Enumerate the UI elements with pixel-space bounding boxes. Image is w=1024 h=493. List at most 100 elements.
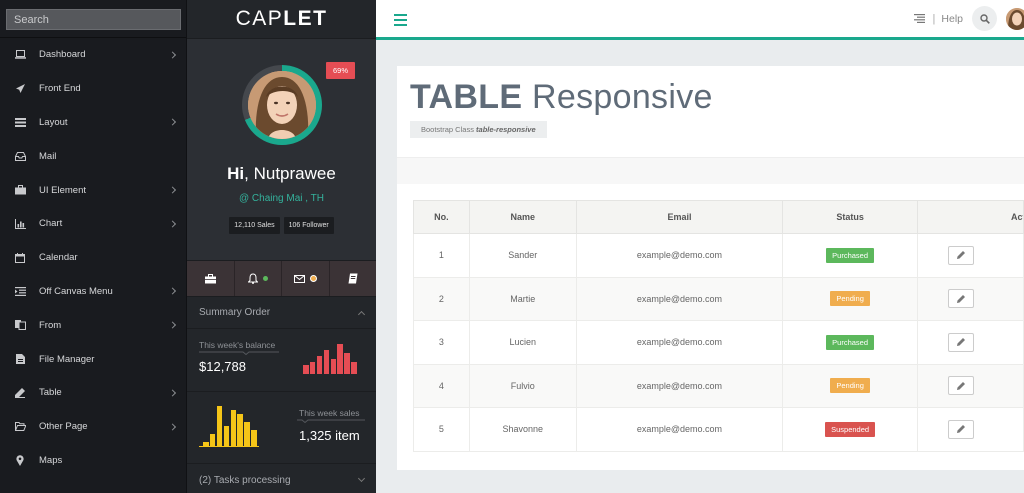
- help-link[interactable]: Help: [941, 13, 963, 25]
- col-header-name: Name: [468, 200, 577, 234]
- briefcase-button[interactable]: [187, 261, 235, 296]
- sidebar-item-dashboard[interactable]: Dashboard: [0, 38, 186, 72]
- brand-logo[interactable]: CAP LET: [187, 0, 376, 38]
- sidebar-item-off-canvas-menu[interactable]: Off Canvas Menu: [0, 275, 186, 309]
- book-icon: [348, 273, 358, 284]
- sidebar-item-layout[interactable]: Layout: [0, 106, 186, 140]
- sidebar-item-calendar[interactable]: Calendar: [0, 241, 186, 275]
- sidebar-item-from[interactable]: From: [0, 308, 186, 342]
- sidebar-item-table[interactable]: Table: [0, 376, 186, 410]
- profile-stats: 12,110 Sales 106 Follower: [187, 217, 376, 234]
- sales-bar: [223, 426, 230, 446]
- page-title-rest: Responsive: [522, 78, 713, 116]
- search-button[interactable]: [972, 6, 997, 31]
- balance-bar: [303, 365, 309, 374]
- brand-suffix: LET: [283, 7, 328, 30]
- user-avatar[interactable]: [1006, 7, 1024, 30]
- edit-button[interactable]: [947, 332, 974, 352]
- align-right-icon[interactable]: [913, 14, 925, 23]
- chevron-right-icon: [168, 389, 177, 397]
- cell-status: Suspended: [782, 407, 918, 452]
- sidebar-item-label: Layout: [39, 116, 68, 128]
- cell-action: [916, 363, 1024, 408]
- cell-name: Lucien: [468, 320, 577, 365]
- profile-avatar[interactable]: [248, 71, 316, 139]
- sidebar-item-chart[interactable]: Chart: [0, 207, 186, 241]
- pencil-icon: [956, 425, 965, 434]
- cell-no: 4: [413, 363, 470, 408]
- chevron-right-icon: [168, 118, 177, 127]
- cell-email: example@demo.com: [575, 233, 784, 278]
- sidebar-item-mail[interactable]: Mail: [0, 139, 186, 173]
- sidebar-item-label: Mail: [39, 150, 57, 162]
- cell-no: 3: [413, 320, 470, 365]
- top-bar-actions: | Help: [913, 0, 1024, 37]
- cell-name: Shavonne: [468, 407, 577, 452]
- notification-dot: [262, 276, 268, 281]
- chevron-up-icon: [357, 310, 366, 318]
- sidebar-item-maps[interactable]: Maps: [0, 444, 186, 478]
- cell-action: [916, 233, 1024, 278]
- balance-sparkline: [303, 339, 357, 374]
- col-header-no: No.: [413, 200, 470, 234]
- status-badge: Purchased: [826, 247, 875, 263]
- edit-button[interactable]: [947, 245, 974, 265]
- cell-email: example@demo.com: [575, 363, 784, 408]
- sales-bar: [237, 414, 244, 446]
- menu-toggle-icon[interactable]: [394, 14, 407, 29]
- balance-bar: [344, 353, 350, 374]
- cell-email: example@demo.com: [575, 276, 784, 321]
- pen-icon: [14, 387, 26, 399]
- subtitle-prefix: Bootstrap Class: [421, 125, 477, 134]
- chevron-right-icon: [168, 220, 177, 228]
- cell-status: Purchased: [782, 320, 918, 365]
- brand-prefix: CAP: [235, 7, 284, 30]
- notifications-button[interactable]: [235, 261, 282, 296]
- briefcase-icon: [204, 273, 216, 283]
- edit-button[interactable]: [947, 376, 974, 396]
- envelope-icon: [293, 274, 305, 283]
- progress-badge: 69%: [326, 62, 356, 79]
- col-header-email: Email: [575, 200, 784, 234]
- cell-name: Fulvio: [468, 363, 577, 408]
- search-input[interactable]: [6, 9, 181, 30]
- sales-stat: This week sales 1,325 item: [187, 392, 376, 464]
- balance-underline: [199, 351, 279, 355]
- cell-action: [916, 320, 1024, 365]
- sidebar: Dashboard Front End Layout Mail UI Element Ch…: [0, 0, 187, 493]
- bar-chart-icon: [14, 218, 26, 230]
- cell-status: Pending: [782, 363, 918, 408]
- edit-button[interactable]: [947, 419, 974, 439]
- col-header-action: Action: [916, 200, 1024, 234]
- sales-bar: [244, 422, 250, 446]
- subtitle-class: table-responsive: [476, 125, 536, 134]
- sales-bar: [216, 406, 223, 446]
- sales-chip: 12,110 Sales: [229, 217, 280, 234]
- table-row: 4 Fulvio example@demo.com Pending: [413, 363, 1024, 408]
- file-icon: [14, 353, 26, 365]
- sidebar-item-label: Chart: [39, 218, 63, 230]
- sidebar-item-label: Table: [39, 387, 62, 399]
- summary-order-header[interactable]: Summary Order: [187, 297, 376, 329]
- sidebar-item-front-end[interactable]: Front End: [0, 72, 186, 106]
- book-button[interactable]: [330, 261, 377, 296]
- cell-name: Martie: [468, 276, 577, 321]
- profile-panel: CAPLET 69% Hi, Nutprawee @ Chaing Mai ,: [187, 0, 376, 493]
- messages-button[interactable]: [282, 261, 330, 296]
- status-badge: Purchased: [826, 334, 875, 350]
- sales-underline: [297, 419, 365, 424]
- sidebar-item-other-page[interactable]: Other Page: [0, 410, 186, 444]
- sidebar-item-ui-element[interactable]: UI Element: [0, 173, 186, 207]
- top-bar: | Help: [376, 0, 1024, 40]
- cell-no: 5: [413, 407, 470, 452]
- edit-button[interactable]: [947, 289, 974, 309]
- sidebar-item-file-manager[interactable]: File Manager: [0, 342, 186, 376]
- content-panel: TABLE Responsive Bootstrap Class table-r…: [397, 66, 1024, 470]
- pencil-icon: [956, 251, 965, 260]
- balance-bar: [351, 362, 357, 374]
- status-badge: Pending: [830, 291, 870, 307]
- map-marker-icon: [14, 454, 26, 466]
- balance-bar: [309, 362, 316, 374]
- table-row: 1 Sander example@demo.com Purchased: [413, 233, 1024, 278]
- tasks-header[interactable]: (2) Tasks processing: [187, 464, 376, 493]
